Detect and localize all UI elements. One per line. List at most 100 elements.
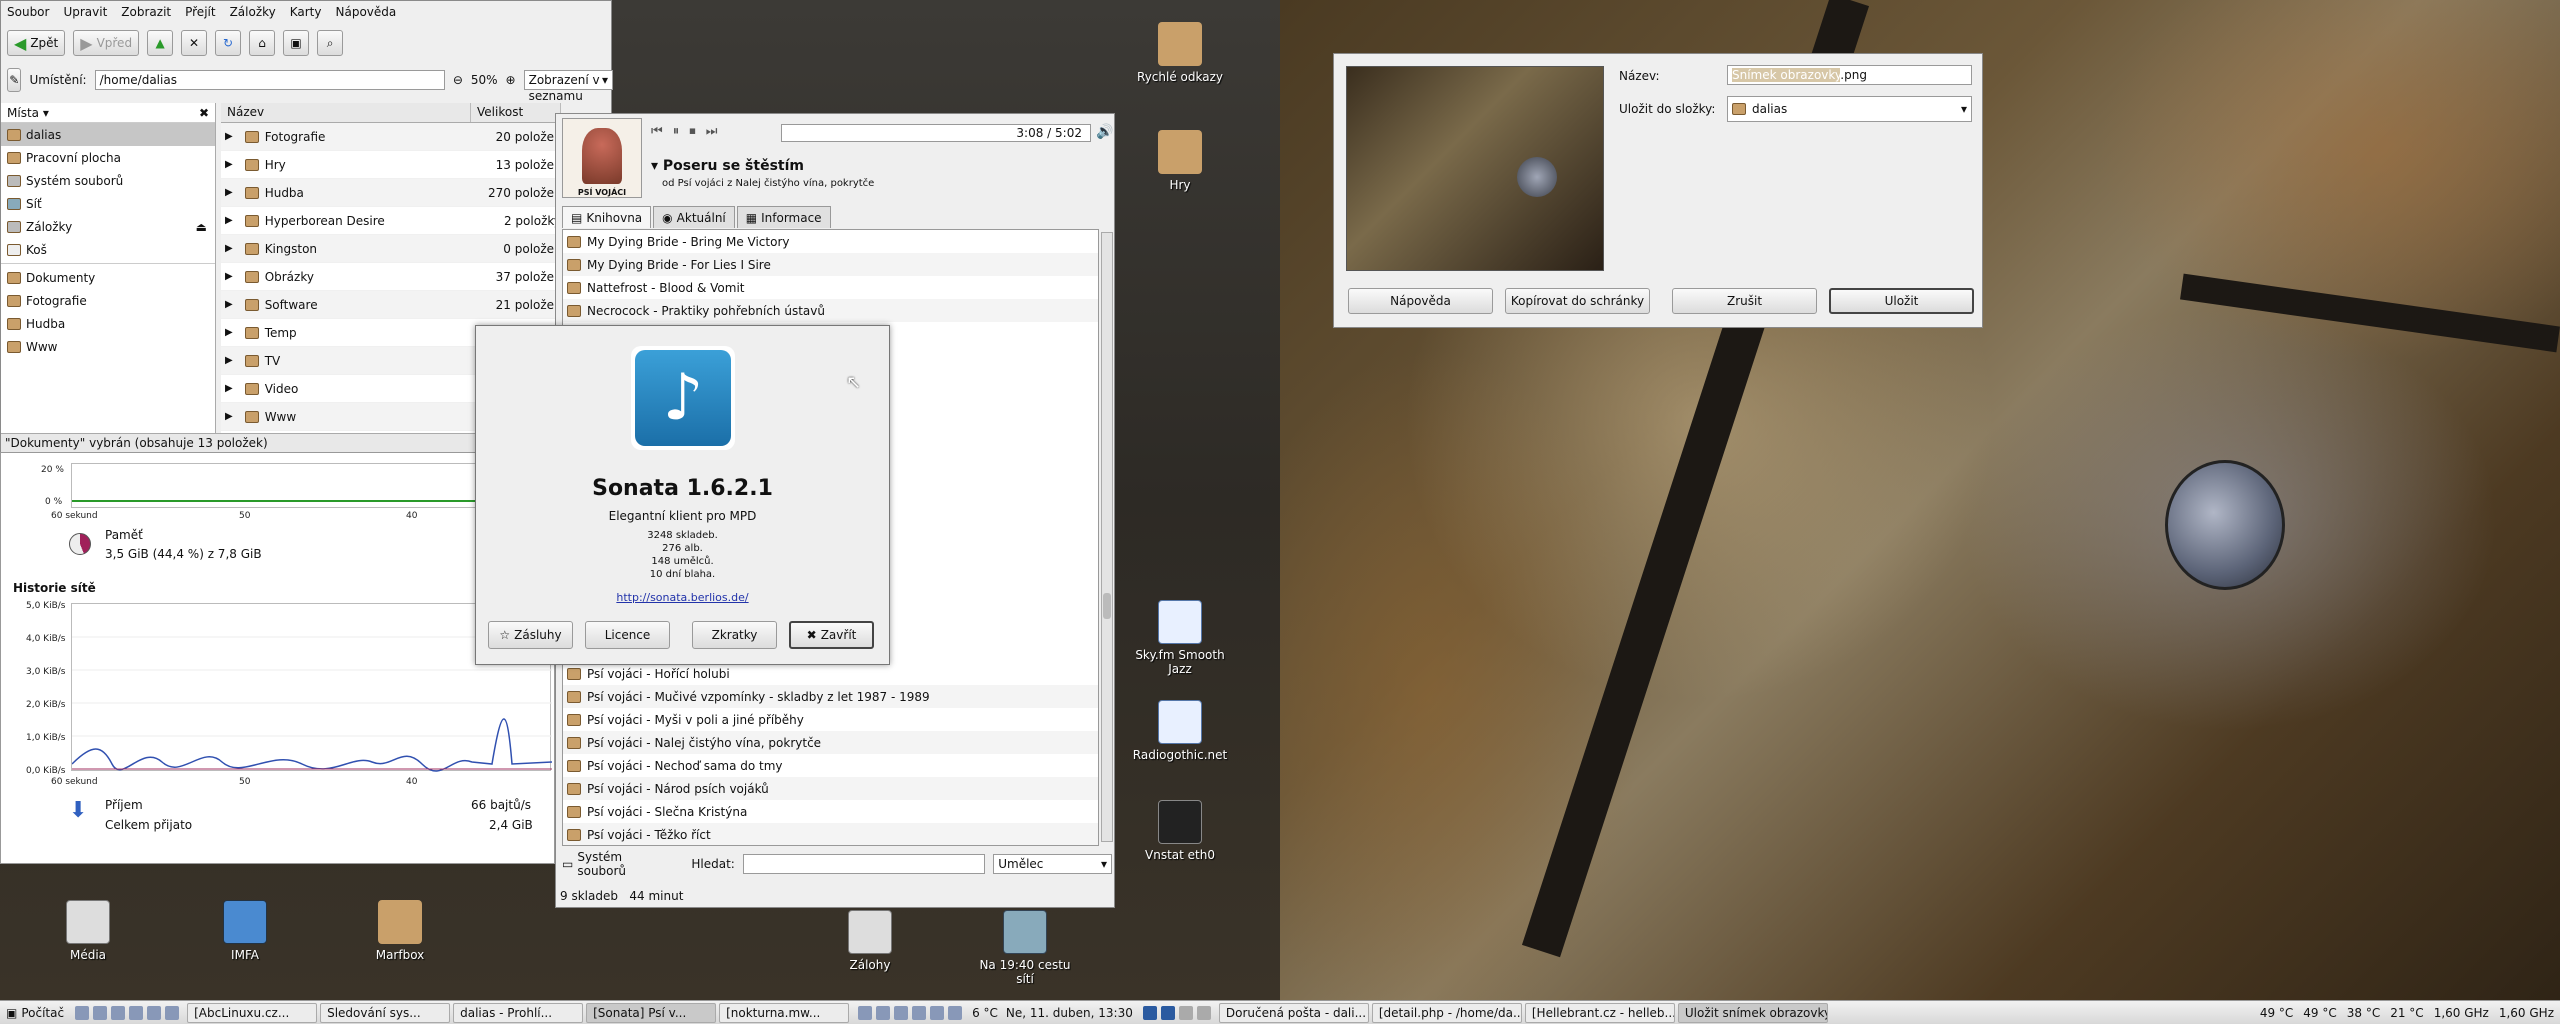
place-trash[interactable]: Koš (1, 238, 215, 261)
list-item[interactable]: Psí vojáci - Slečna Kristýna (563, 800, 1098, 823)
weather[interactable]: 6 °C (972, 1006, 998, 1020)
list-item[interactable]: Nattefrost - Blood & Vomit (563, 276, 1098, 299)
bookmark-music[interactable]: Hudba (1, 312, 215, 335)
expander-icon[interactable]: ▶ (225, 299, 239, 310)
help-button[interactable]: Nápověda (1348, 288, 1493, 314)
expander-icon[interactable]: ▶ (225, 355, 239, 366)
file-row[interactable]: ▶ Fotografie 20 položek (221, 123, 561, 151)
back-button[interactable]: ◀ Zpět (7, 30, 66, 56)
file-row[interactable]: ▶ Obrázky 37 položek (221, 263, 561, 291)
menu-tabs[interactable]: Karty (290, 5, 322, 19)
tray-icon[interactable] (930, 1005, 945, 1020)
list-item[interactable]: My Dying Bride - For Lies I Sire (563, 253, 1098, 276)
desktop-icon-marfbox[interactable]: Marfbox (350, 900, 450, 962)
task-system-monitor[interactable]: Sledování sys... (320, 1002, 451, 1023)
menu-go[interactable]: Přejít (185, 5, 215, 19)
list-item[interactable]: Psí vojáci - Těžko říct (563, 823, 1098, 845)
list-item[interactable]: Psí vojáci - Nechoď sama do tmy (563, 754, 1098, 777)
license-button[interactable]: Licence (585, 621, 670, 649)
desktop-icon-sky[interactable]: Sky.fm Smooth Jazz (1130, 600, 1230, 676)
file-row[interactable]: ▶ Kingston 0 položek (221, 235, 561, 263)
filesystem-view-button[interactable]: ▭ Systém souborů (562, 850, 673, 878)
task-editor[interactable]: [detail.php - /home/da... (1371, 1002, 1522, 1023)
desktop-icon-media[interactable]: Média (38, 900, 138, 962)
copy-to-clipboard-button[interactable]: Kopírovat do schránky (1505, 288, 1650, 314)
workspace-icon[interactable] (1196, 1005, 1211, 1020)
bookmark-documents[interactable]: Dokumenty (1, 266, 215, 289)
launcher-icon[interactable] (147, 1005, 162, 1020)
stop-button[interactable]: ✕ (181, 30, 208, 56)
tray-icon[interactable] (948, 1005, 963, 1020)
list-item[interactable]: Psí vojáci - Národ psích vojáků (563, 777, 1098, 800)
place-filesystem[interactable]: Systém souborů (1, 169, 215, 192)
expander-icon[interactable]: ▶ (225, 215, 239, 226)
reload-button[interactable]: ↻ (215, 30, 242, 56)
menu-edit[interactable]: Upravit (63, 5, 107, 19)
expander-icon[interactable]: ▶ (225, 159, 239, 170)
place-desktop[interactable]: Pracovní plocha (1, 146, 215, 169)
cancel-button[interactable]: Zrušit (1672, 288, 1817, 314)
about-link[interactable]: http://sonata.berlios.de/ (476, 591, 889, 604)
list-item[interactable]: Psí vojáci - Myši v poli a jiné příběhy (563, 708, 1098, 731)
task-mail[interactable]: Doručená pošta - dali... (1218, 1002, 1369, 1023)
location-input[interactable]: /home/dalias (94, 70, 445, 90)
search-input[interactable] (742, 854, 986, 874)
expander-icon[interactable]: ▶ (225, 271, 239, 282)
tab-library[interactable]: ▤ Knihovna (562, 206, 652, 228)
home-button[interactable]: ⌂ (249, 30, 276, 56)
progress-bar[interactable]: 3:08 / 5:02 (781, 124, 1091, 142)
task-abclinuxu[interactable]: [AbcLinuxu.cz... (187, 1002, 318, 1023)
search-field-select[interactable]: Umělec ▾ (993, 854, 1112, 874)
previous-icon[interactable]: ⏮ (651, 124, 663, 139)
place-home[interactable]: dalias (1, 123, 215, 146)
next-icon[interactable]: ⏭ (706, 124, 718, 139)
task-sonata[interactable]: [Sonata] Psí v... (586, 1002, 717, 1023)
place-network[interactable]: Síť (1, 192, 215, 215)
clock[interactable]: Ne, 11. duben, 13:30 (1006, 1006, 1133, 1020)
folder-select[interactable]: dalias ▾ (1727, 96, 1972, 122)
menu-file[interactable]: Soubor (7, 5, 49, 19)
desktop-icon-quick-links[interactable]: Rychlé odkazy (1130, 22, 1230, 84)
bookmark-www[interactable]: Www (1, 335, 215, 358)
desktop-icon-terminal[interactable]: Vnstat eth0 (1130, 800, 1230, 862)
shortcuts-button[interactable]: Zkratky (692, 621, 777, 649)
workspace-icon[interactable] (1178, 1005, 1193, 1020)
expander-icon[interactable]: ▶ (225, 383, 239, 394)
task-save-screenshot[interactable]: Uložit snímek obrazovky (1677, 1002, 1828, 1023)
launcher-icon[interactable] (165, 1005, 180, 1020)
list-item[interactable]: Psí vojáci - Nalej čistýho vína, pokrytč… (563, 731, 1098, 754)
list-item[interactable]: My Dying Bride - Bring Me Victory (563, 230, 1098, 253)
tab-current[interactable]: ◉ Aktuální (653, 206, 735, 228)
column-size[interactable]: Velikost (471, 103, 561, 122)
launcher-icon[interactable] (111, 1005, 126, 1020)
close-button[interactable]: ✖ Zavřít (789, 621, 874, 649)
filename-input[interactable]: Snímek obrazovky.png (1727, 65, 1972, 85)
zoom-out-icon[interactable]: ⊖ (453, 73, 463, 87)
places-header[interactable]: Místa ▾ ✖ (1, 103, 215, 123)
stop-icon[interactable]: ⏹ (689, 124, 696, 139)
column-name[interactable]: Název (221, 103, 471, 122)
desktop-icon-local-share[interactable]: Na 19:40 cestu sítí (975, 910, 1075, 986)
expander-icon[interactable]: ▶ (225, 187, 239, 198)
toggle-location-button[interactable]: ✎ (7, 68, 22, 92)
credits-button[interactable]: ☆ Zásluhy (488, 621, 573, 649)
computer-button[interactable]: ▣ (283, 30, 310, 56)
library-scrollbar[interactable] (1101, 232, 1113, 842)
tray-icon[interactable] (876, 1005, 891, 1020)
menu-view[interactable]: Zobrazit (121, 5, 171, 19)
file-row[interactable]: ▶ Hudba 270 položek (221, 179, 561, 207)
task-hellebrant[interactable]: [Hellebrant.cz - helleb... (1524, 1002, 1675, 1023)
tab-info[interactable]: ▦ Informace (736, 206, 831, 228)
tray-icon[interactable] (912, 1005, 927, 1020)
view-mode-select[interactable]: Zobrazení v seznamu ▾ (523, 70, 613, 103)
place-backups[interactable]: Záložky ⏏ (1, 215, 215, 238)
expander-icon[interactable]: ▶ (225, 243, 239, 254)
expander-icon[interactable]: ▶ (225, 131, 239, 142)
list-item[interactable]: Psí vojáci - Mučivé vzpomínky - skladby … (563, 685, 1098, 708)
menu-help[interactable]: Nápověda (336, 5, 397, 19)
eject-icon[interactable]: ⏏ (196, 220, 207, 234)
tray-icon[interactable] (858, 1005, 873, 1020)
start-button[interactable]: ▣ Počítač (0, 1003, 70, 1023)
launcher-icon[interactable] (93, 1005, 108, 1020)
workspace-icon[interactable] (1142, 1005, 1157, 1020)
